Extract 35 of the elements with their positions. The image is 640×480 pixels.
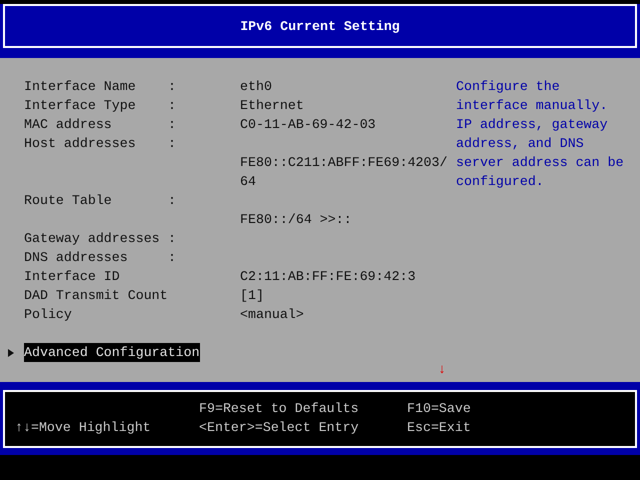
field-value: C2:11:AB:FF:FE:69:42:3 bbox=[240, 268, 416, 286]
label-colon: : bbox=[168, 116, 177, 134]
screen-title: IPv6 Current Setting bbox=[240, 18, 400, 36]
key-hint: ↑↓=Move Highlight bbox=[15, 419, 152, 437]
field-label: Policy bbox=[24, 306, 73, 324]
field-value: Ethernet bbox=[240, 97, 304, 115]
label-colon: : bbox=[168, 192, 177, 210]
field-label: MAC address bbox=[24, 116, 113, 134]
field-value: [1] bbox=[240, 287, 264, 305]
field-value: C0-11-AB-69-42-03 bbox=[240, 116, 376, 134]
label-colon: : bbox=[168, 135, 177, 153]
field-label: DNS addresses bbox=[24, 249, 129, 267]
field-label: Interface Type bbox=[24, 97, 137, 115]
field-label: Interface Name bbox=[24, 78, 137, 96]
field-label: Gateway addresses bbox=[24, 230, 161, 248]
field-label: Host addresses bbox=[24, 135, 137, 153]
field-label: Interface ID bbox=[24, 268, 121, 286]
label-colon: : bbox=[168, 78, 177, 96]
label-colon: : bbox=[168, 230, 177, 248]
label-colon: : bbox=[168, 249, 177, 267]
scroll-arrow: ↓ bbox=[438, 361, 446, 379]
field-label: Route Table bbox=[24, 192, 113, 210]
field-value: FE80::/64 >>:: bbox=[240, 211, 352, 229]
key-hint: F9=Reset to Defaults bbox=[199, 400, 360, 418]
field-label: DAD Transmit Count bbox=[24, 287, 168, 305]
field-value: 64 bbox=[240, 173, 256, 191]
label-colon: : bbox=[168, 97, 177, 115]
key-hint: F10=Save bbox=[407, 400, 471, 418]
help-text: Configure the interface manually. IP address, gateway address, and DNS server address can be configured. bbox=[456, 78, 624, 191]
menu-entry[interactable]: Advanced Configuration bbox=[24, 343, 200, 362]
key-hint: <Enter>=Select Entry bbox=[199, 419, 360, 437]
field-value: eth0 bbox=[240, 78, 272, 96]
field-value: FE80::C211:ABFF:FE69:4203/ bbox=[240, 154, 448, 172]
field-value: <manual> bbox=[240, 306, 304, 324]
key-hint: Esc=Exit bbox=[407, 419, 471, 437]
